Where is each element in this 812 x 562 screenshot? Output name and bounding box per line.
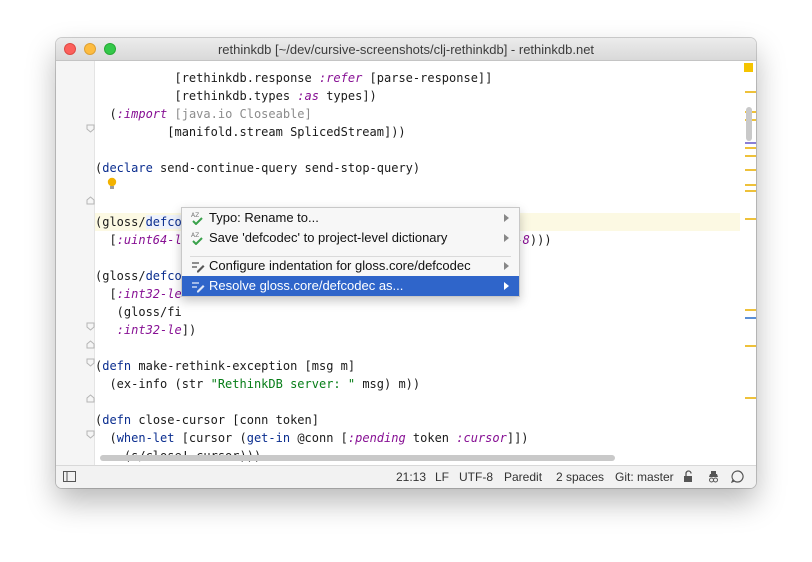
fold-marker-icon[interactable] [86,430,95,439]
popup-item-resolve-defcodec[interactable]: Resolve gloss.core/defcodec as... [182,276,519,296]
editor-gutter[interactable] [56,61,95,465]
file-encoding[interactable]: UTF-8 [459,470,493,484]
vcs-branch[interactable]: Git: master [615,470,674,484]
stripe-marker[interactable] [745,397,756,399]
stripe-marker[interactable] [745,190,756,192]
vertical-scrollbar-thumb[interactable] [746,107,752,141]
stripe-marker[interactable] [745,309,756,311]
code-line: [rethinkdb.types :as types]) [95,89,377,103]
code-line: [rethinkdb.response :refer [parse-respon… [95,71,493,85]
notifications-icon[interactable] [730,470,744,486]
stripe-marker[interactable] [745,155,756,157]
fold-marker-icon[interactable] [86,394,95,403]
stripe-marker[interactable] [745,317,756,319]
stripe-marker[interactable] [745,147,756,149]
spellcheck-icon: AZ [191,231,204,251]
title-bar: rethinkdb [~/dev/cursive-screenshots/clj… [56,38,756,61]
code-line: (gloss/defco [95,269,182,283]
stripe-marker[interactable] [745,184,756,186]
code-line: (gloss/fi [95,305,182,319]
stripe-marker[interactable] [745,218,756,220]
code-line: (defn close-cursor [conn token] [95,413,319,427]
popup-item-typo-rename[interactable]: AZ Typo: Rename to... [182,208,519,228]
line-separator[interactable]: LF [435,470,449,484]
submenu-arrow-icon [504,282,509,290]
fold-marker-icon[interactable] [86,124,95,133]
code-line: [:int32-le [95,287,182,301]
popup-item-configure-indentation[interactable]: Configure indentation for gloss.core/def… [182,256,519,276]
code-line: (defn make-rethink-exception [msg m] [95,359,356,373]
window-title: rethinkdb [~/dev/cursive-screenshots/clj… [217,42,595,57]
submenu-arrow-icon [504,234,509,242]
edit-mode[interactable]: Paredit [504,470,542,484]
code-line: (declare send-continue-query send-stop-q… [95,161,421,175]
svg-text:AZ: AZ [191,212,199,219]
fold-marker-icon[interactable] [86,322,95,331]
fold-marker-icon[interactable] [86,196,95,205]
stripe-marker[interactable] [745,169,756,171]
indent-setting[interactable]: 2 spaces [556,470,604,484]
code-line: [manifold.stream SplicedStream])) [95,125,406,139]
inspector-icon[interactable] [707,470,720,486]
submenu-arrow-icon [504,262,509,270]
code-line: :int32-le]) [116,323,197,337]
code-line: (ex-info (str "RethinkDB server: " msg) … [95,377,421,391]
edit-icon [191,279,205,299]
warning-marker[interactable] [744,63,753,72]
svg-text:AZ: AZ [191,232,199,239]
intention-actions-popup: AZ Typo: Rename to... AZ Save 'defcodec'… [181,207,520,297]
tool-window-toggle-icon[interactable] [63,471,76,485]
code-line: [:uint64-l [95,233,182,247]
stripe-marker[interactable] [745,91,756,93]
stripe-marker[interactable] [745,142,756,144]
stripe-marker[interactable] [745,345,756,347]
code-line: (when-let [cursor (get-in @conn [:pendin… [95,431,529,445]
code-line: (:import [java.io Closeable] [95,107,312,121]
horizontal-scrollbar-thumb[interactable] [100,455,615,461]
caret-position[interactable]: 21:13 [396,470,426,484]
submenu-arrow-icon [504,214,509,222]
lightbulb-icon[interactable] [107,177,117,196]
fold-marker-icon[interactable] [86,358,95,367]
status-bar: 21:13 LF UTF-8 Paredit 2 spaces Git: mas… [56,465,756,488]
popup-item-save-dictionary[interactable]: AZ Save 'defcodec' to project-level dict… [182,228,519,248]
lock-icon[interactable] [683,470,695,486]
fold-marker-icon[interactable] [86,340,95,349]
